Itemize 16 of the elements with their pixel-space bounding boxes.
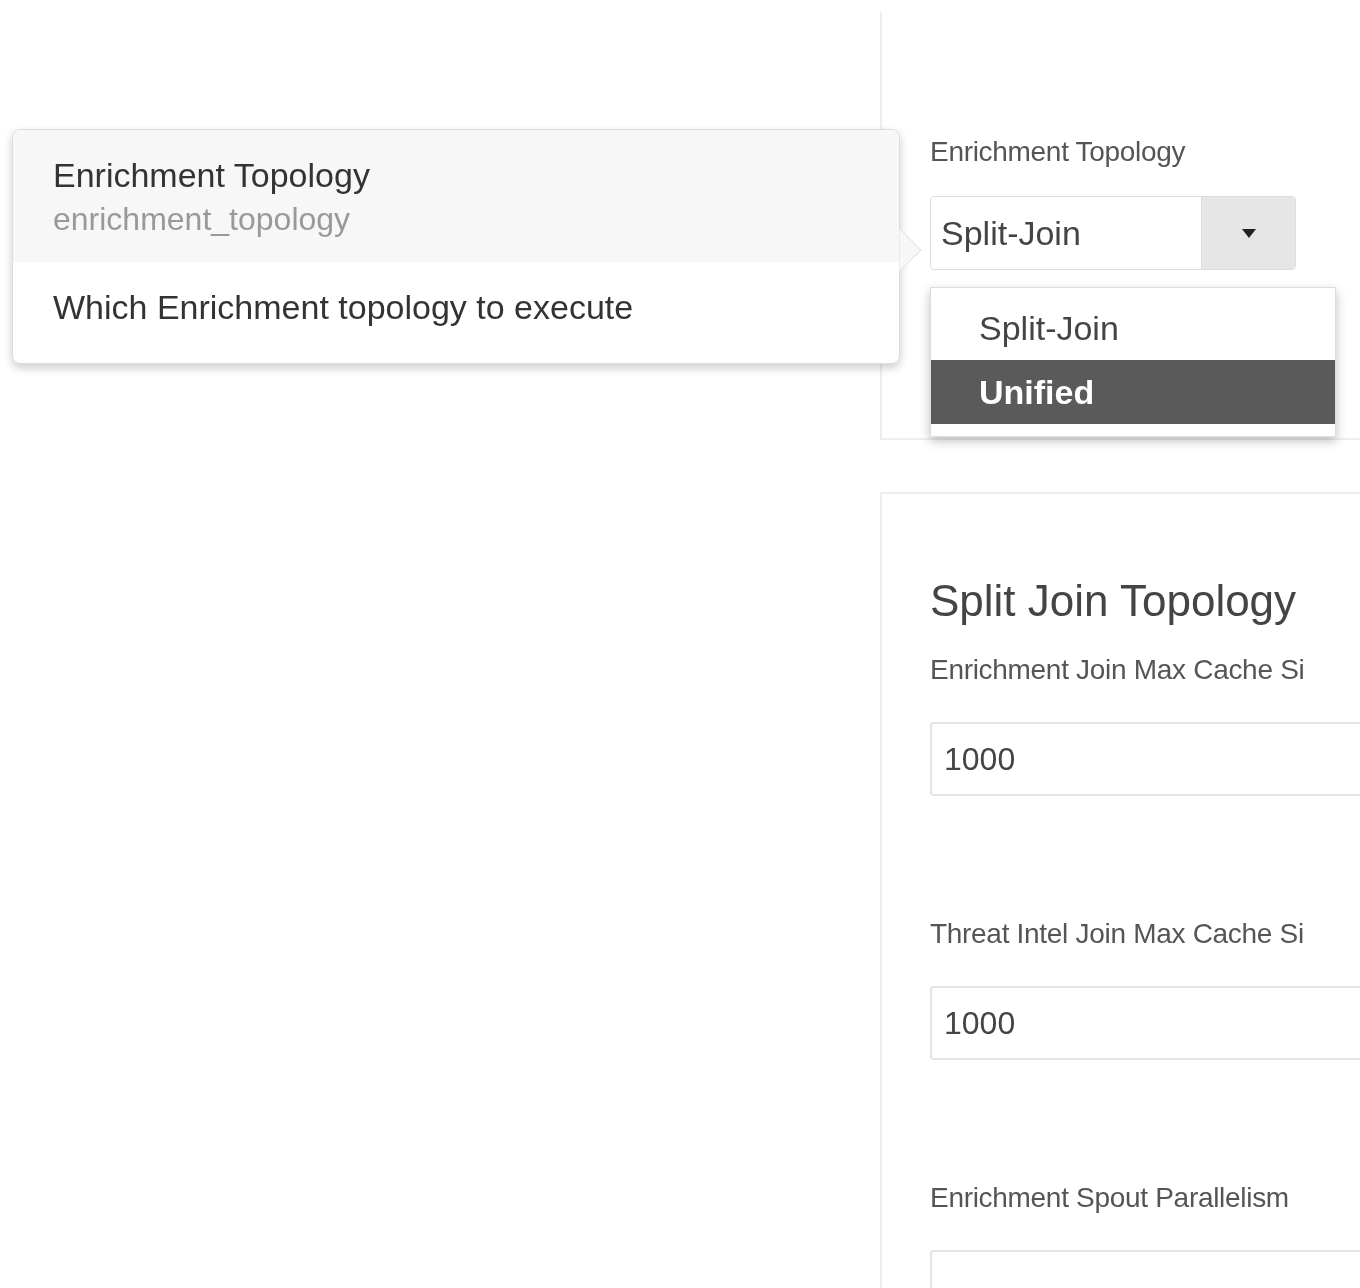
input-field[interactable]: 1000 <box>930 722 1360 796</box>
dropdown-option[interactable]: Split-Join <box>931 296 1335 360</box>
field-label: Enrichment Spout Parallelism <box>930 1182 1290 1214</box>
popover-description: Which Enrichment topology to execute <box>52 287 635 328</box>
field-label: Enrichment Topology <box>930 136 1187 168</box>
select-value: Split-Join <box>940 212 1082 254</box>
input-field[interactable]: 1000 <box>930 986 1360 1060</box>
popover-key: enrichment_topology <box>53 201 859 238</box>
field-label: Threat Intel Join Max Cache Si <box>930 918 1305 950</box>
field-label: Enrichment Join Max Cache Si <box>930 654 1306 686</box>
dropdown-button[interactable] <box>1201 197 1295 269</box>
caret-icon <box>1241 228 1256 238</box>
topology-select[interactable]: Split-Join <box>930 196 1296 270</box>
dropdown-option[interactable]: Unified <box>931 360 1335 424</box>
popover-title: Enrichment Topology <box>53 156 371 195</box>
section-heading: Split Join Topology <box>930 576 1298 626</box>
